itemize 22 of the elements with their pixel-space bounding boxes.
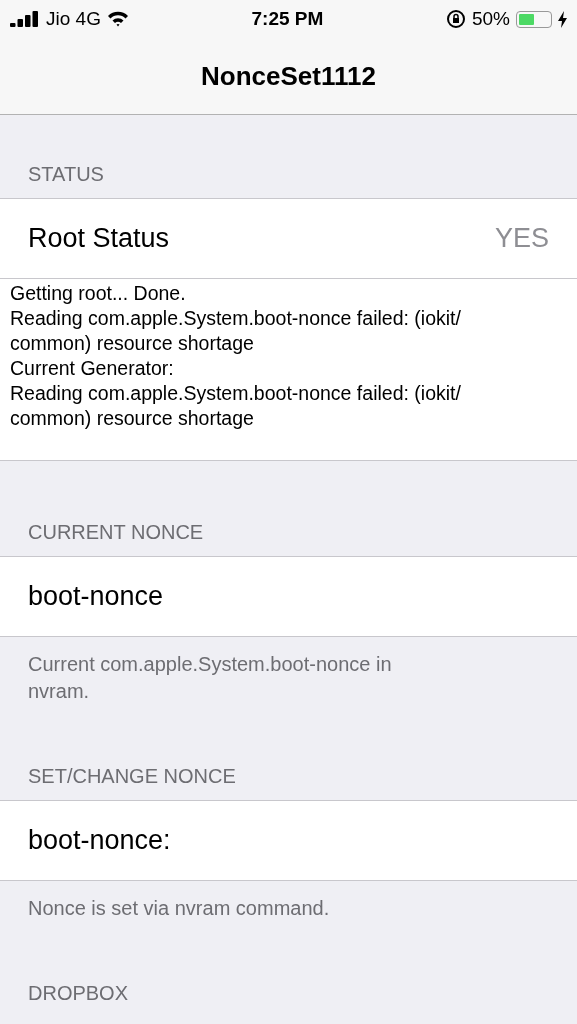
section-header: DROPBOX bbox=[27, 981, 130, 1006]
log-line: Reading com.apple.System.boot-nonce failed: (iokit/ common) resource shortage bbox=[10, 381, 462, 431]
row-label: boot-nonce bbox=[28, 581, 164, 612]
signal-icon bbox=[10, 11, 40, 27]
section-footer: Current com.apple.System.boot-nonce in nvram. bbox=[0, 637, 456, 705]
log-line: Current Generator: bbox=[10, 356, 175, 381]
log-line: Getting root... Done. bbox=[10, 281, 187, 306]
section-header: SET/CHANGE NONCE bbox=[27, 764, 237, 789]
section-footer: Nonce is set via nvram command. bbox=[0, 881, 456, 922]
row-label: boot-nonce: bbox=[28, 825, 171, 856]
nav-title: NonceSet1112 bbox=[200, 59, 377, 93]
section-header: CURRENT NONCE bbox=[27, 520, 205, 545]
carrier-label: Jio 4G bbox=[46, 8, 101, 30]
wifi-icon bbox=[106, 11, 129, 27]
battery-percent: 50% bbox=[471, 8, 510, 30]
log-line: Reading com.apple.System.boot-nonce failed: (iokit/ common) resource shortage bbox=[10, 306, 462, 356]
row-label: Root Status bbox=[28, 223, 170, 254]
section-header: STATUS bbox=[27, 162, 105, 187]
rotation-lock-icon bbox=[445, 9, 466, 29]
battery-icon bbox=[516, 10, 552, 28]
row-value: YES bbox=[494, 223, 549, 254]
clock-time: 7:25 PM bbox=[251, 8, 324, 30]
